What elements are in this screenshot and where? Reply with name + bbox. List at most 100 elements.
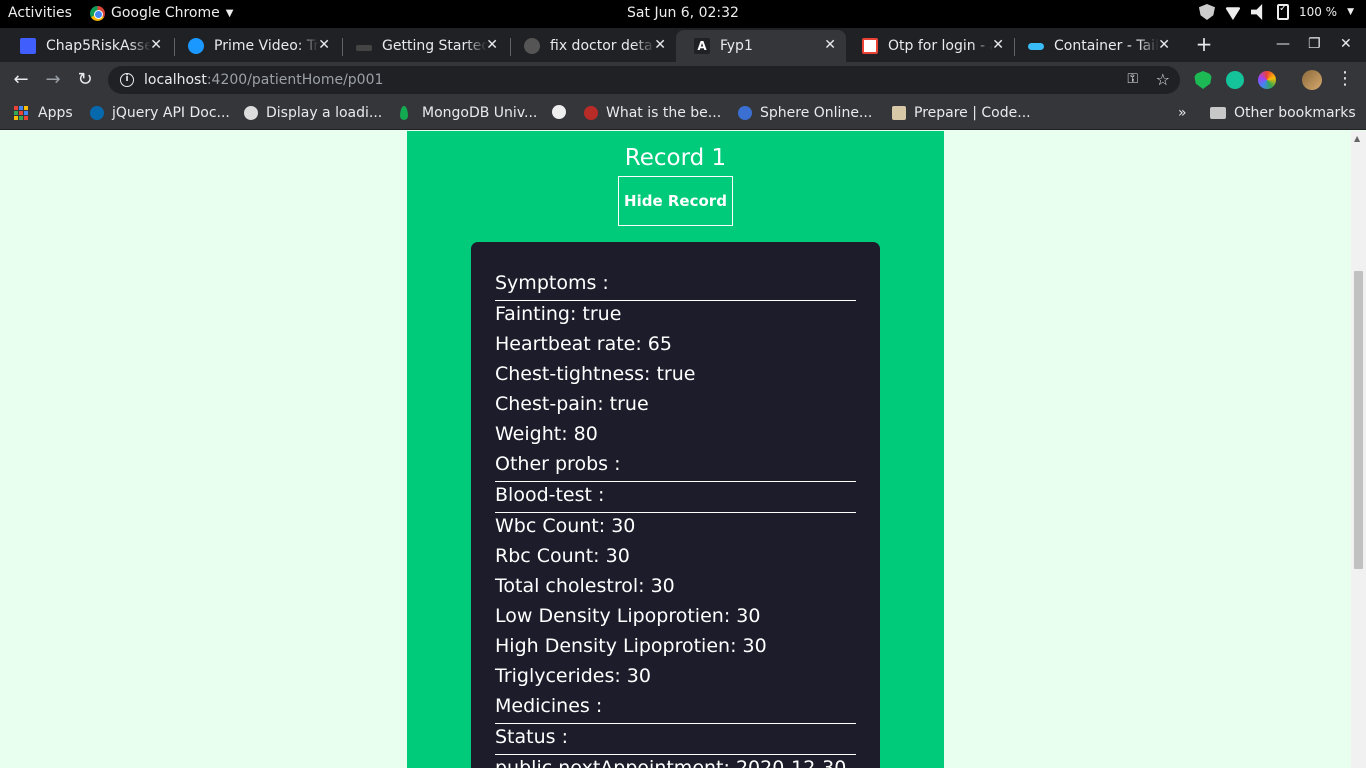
record-field: public nextAppointment: 2020-12-30 (495, 757, 847, 768)
bookmark-label: Apps (38, 105, 73, 121)
bookmark-codechef[interactable]: Prepare | Code... (892, 105, 1031, 121)
tab-container-tailwind[interactable]: Container - Tail ✕ (1010, 30, 1180, 62)
bookmark-apps[interactable]: Apps (14, 105, 73, 121)
globe-icon (552, 105, 566, 119)
tab-title: Chap5RiskAsse (46, 38, 151, 54)
url-host: localhost (144, 72, 207, 88)
tab-getting-started[interactable]: Getting Started ✕ (338, 30, 508, 62)
close-icon[interactable]: ✕ (992, 37, 1004, 53)
jquery-icon (90, 106, 104, 120)
bookmark-label: Sphere Online... (760, 105, 873, 121)
battery-icon (1276, 3, 1289, 20)
record-rows: Symptoms : Fainting: true Heartbeat rate: … (495, 270, 856, 768)
toolbar: ← → ↻ i localhost :4200/patientHome/p001… (0, 62, 1366, 98)
key-icon[interactable]: ⚿ (1127, 71, 1138, 87)
record-field: Heartbeat rate: 65 (495, 333, 672, 355)
record-field: Triglycerides: 30 (495, 665, 651, 687)
window-close-icon[interactable]: ✕ (1340, 36, 1352, 52)
folder-icon (1210, 107, 1226, 119)
site-info-icon[interactable]: i (120, 73, 134, 87)
scroll-up-arrow-icon[interactable]: ▲ (1354, 134, 1360, 143)
new-tab-button[interactable]: + (1192, 34, 1216, 56)
record-field: Total cholestrol: 30 (495, 575, 675, 597)
record-field: Weight: 80 (495, 423, 598, 445)
grammarly-icon[interactable] (1226, 71, 1244, 89)
tab-chap5riskasse[interactable]: Chap5RiskAsse ✕ (2, 30, 172, 62)
reload-icon[interactable]: ↻ (74, 69, 96, 90)
record-title: Record 1 (624, 145, 727, 171)
close-icon[interactable]: ✕ (1158, 37, 1170, 53)
bookmark-mongodb[interactable]: MongoDB Univ... (400, 105, 537, 121)
gmail-icon (862, 38, 878, 54)
scrollbar-thumb[interactable] (1354, 271, 1363, 569)
tab-prime-video[interactable]: Prime Video: Tr ✕ (170, 30, 340, 62)
system-tray[interactable]: 100 % ▼ (1198, 3, 1354, 20)
bookmark-globe[interactable] (552, 105, 574, 119)
bookmark-sphere-online[interactable]: Sphere Online... (738, 105, 872, 121)
battery-percent: 100 % (1298, 5, 1338, 19)
hide-record-button[interactable]: Hide Record (618, 176, 733, 226)
tab-title: fix doctor deta (550, 38, 653, 54)
restore-icon[interactable]: ❐ (1308, 36, 1321, 52)
record-field: Rbc Count: 30 (495, 545, 630, 567)
tailwind-icon (1028, 42, 1044, 50)
forward-arrow-icon[interactable]: → (42, 69, 64, 90)
wifi-icon (1224, 7, 1241, 20)
address-bar[interactable]: i localhost :4200/patientHome/p001 ⚿ ☆ (108, 66, 1180, 94)
bookmark-label: Display a loadi... (266, 105, 383, 121)
record-field: Chest-tightness: true (495, 363, 696, 385)
close-icon[interactable]: ✕ (318, 37, 330, 53)
shield-extension-icon[interactable] (1194, 71, 1212, 89)
bookmark-jquery[interactable]: jQuery API Doc... (90, 105, 230, 121)
spoj-icon (738, 106, 752, 120)
shield-icon (1198, 4, 1215, 20)
record-field: Fainting: true (495, 303, 622, 325)
more-bookmarks-chevron-icon[interactable]: » (1178, 105, 1187, 121)
caret-down-icon: ▼ (225, 7, 234, 19)
record-section-heading: Blood-test : (495, 482, 856, 513)
record-field: Low Density Lipoprotien: 30 (495, 605, 761, 627)
app-menu[interactable]: Google Chrome ▼ (90, 5, 233, 21)
close-icon[interactable]: ✕ (486, 37, 498, 53)
bookmark-display-loading[interactable]: Display a loadi... (244, 105, 382, 121)
bookmark-label: jQuery API Doc... (112, 105, 230, 121)
bookmark-label: Prepare | Code... (914, 105, 1031, 121)
tab-fyp1[interactable]: A Fyp1 ✕ (676, 30, 846, 62)
color-picker-icon[interactable] (1258, 71, 1276, 89)
tab-title: Prime Video: Tr (214, 38, 319, 54)
angular-icon: A (694, 38, 710, 54)
bookmark-label: What is the be... (606, 105, 722, 121)
record-panel: Record 1 Hide Record Symptoms : Fainting:… (407, 131, 944, 768)
bookmarks-bar: Apps jQuery API Doc... Display a loadi..… (0, 98, 1366, 130)
github-icon (524, 38, 540, 54)
play-icon (188, 38, 204, 54)
quora-icon (584, 106, 598, 120)
page-scrollbar[interactable]: ▲ (1351, 131, 1366, 768)
menu-kebab-icon[interactable]: ⋮ (1336, 68, 1354, 89)
tab-strip: Chap5RiskAsse ✕ Prime Video: Tr ✕ Gettin… (0, 28, 1366, 62)
close-icon[interactable]: ✕ (654, 37, 666, 53)
close-icon[interactable]: ✕ (824, 37, 836, 53)
record-section-heading: Status : (495, 724, 856, 755)
tab-otp-for-login[interactable]: Otp for login - a ✕ (844, 30, 1014, 62)
activities-button[interactable]: Activities (8, 5, 72, 21)
apps-grid-icon (14, 106, 28, 120)
record-details-card: Symptoms : Fainting: true Heartbeat rate: … (471, 242, 880, 768)
site-icon (244, 106, 258, 120)
record-section-heading: Other probs : (495, 451, 856, 482)
tab-title: Fyp1 (720, 38, 753, 54)
profile-avatar[interactable] (1302, 70, 1322, 90)
record-section-heading: Medicines : (495, 693, 856, 724)
minimize-icon[interactable]: — (1276, 36, 1290, 52)
page-viewport: Record 1 Hide Record Symptoms : Fainting:… (0, 131, 1366, 768)
app-name: Google Chrome (111, 5, 220, 21)
bookmark-other-bookmarks[interactable]: Other bookmarks (1210, 105, 1356, 121)
url-path: :4200/patientHome/p001 (206, 72, 384, 88)
back-arrow-icon[interactable]: ← (10, 69, 32, 90)
bookmark-label: MongoDB Univ... (422, 105, 538, 121)
bookmark-quora[interactable]: What is the be... (584, 105, 721, 121)
close-icon[interactable]: ✕ (150, 37, 162, 53)
mongodb-leaf-icon (400, 106, 408, 120)
bookmark-star-icon[interactable]: ☆ (1156, 70, 1170, 89)
tab-fix-doctor-details[interactable]: fix doctor deta ✕ (506, 30, 676, 62)
